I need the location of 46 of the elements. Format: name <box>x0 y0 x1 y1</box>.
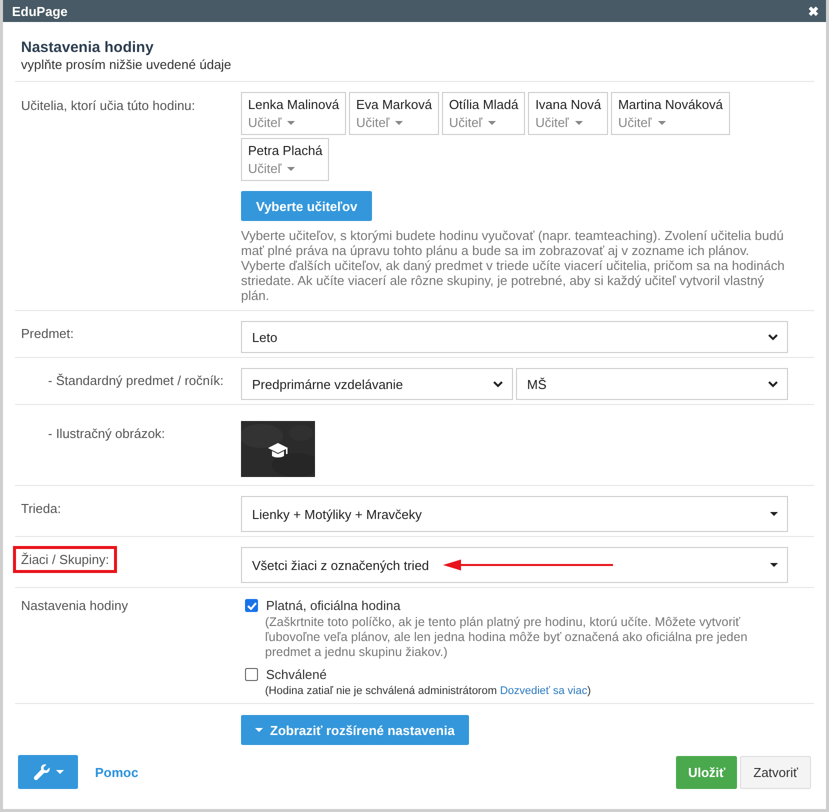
note-text: (Hodina zatiaľ nie je schválená administrátorom Dozvedieť sa viac) <box>265 684 592 699</box>
select-field[interactable]: Leto <box>241 321 788 353</box>
close-dialog-button[interactable]: Zatvoriť <box>740 756 811 788</box>
checkbox[interactable] <box>245 599 258 612</box>
checkbox-label: Platná, oficiálna hodina <box>266 598 400 613</box>
checkbox[interactable] <box>245 668 258 681</box>
note-text: (Zaškrtnite toto políčko, ak je tento plán platný pre hodinu, ktorú učíte. Môžete vytvoriť ľubovoľne veľa plánov, ale len jedna hodina môže byť označená ako oficiálna pre jeden predmet a jednu skupinu žiakov.) <box>265 615 748 660</box>
highlighted-label: Žiaci / Skupiny: <box>13 546 118 573</box>
chevron-icon <box>768 380 778 388</box>
caret-icon <box>56 770 64 774</box>
learn-more-link[interactable]: Dozvedieť sa viac <box>500 685 588 697</box>
help-text: Vyberte učiteľov, s ktorými budete hodinu vyučovať (napr. teamteaching). Zvolení učitelia budú mať plné práva na úpravu tohto plánu a bude sa im zobrazovať aj v zozname ich plánov. Vyberte ďalších učiteľov, ak daný predmet v triede učíte viacerí učitelia, pričom sa na hodinách striedate. Ak učíte viacerí ale rôzne skupiny, je potrebné, aby si každý učiteľ vytvoril vlastný plán. <box>241 228 786 303</box>
caret-icon <box>255 728 263 732</box>
teacher-chip[interactable]: Martina Nováková Učiteľ <box>611 92 730 135</box>
field-label: Nastavenia hodiny <box>21 598 128 613</box>
dropdown-field[interactable]: Všetci žiaci z označených tried <box>241 547 788 583</box>
caret-icon <box>658 120 666 124</box>
checkbox-label: Schválené <box>266 667 327 682</box>
caret-icon <box>574 120 583 124</box>
tools-button[interactable] <box>18 755 78 789</box>
dropdown-field[interactable]: Lienky + Motýliky + Mravčeky <box>241 496 788 532</box>
close-button[interactable]: ✖ <box>804 4 823 18</box>
field-label: Predmet: <box>21 326 74 341</box>
caret-icon <box>287 120 296 124</box>
select-field[interactable]: MŠ <box>516 368 788 400</box>
field-label: Učitelia, ktorí učia túto hodinu: <box>21 98 196 113</box>
teacher-chip[interactable]: Eva Marková Učiteľ <box>349 92 439 135</box>
wrench-icon <box>32 763 50 781</box>
caret-icon <box>488 120 496 124</box>
teacher-chip[interactable]: Otília Mladá Učiteľ <box>442 92 526 135</box>
window-title: EduPage <box>12 4 68 18</box>
caret-icon <box>770 512 778 516</box>
caret-icon <box>287 166 296 170</box>
teacher-chip[interactable]: Lenka Malinová Učiteľ <box>241 92 346 135</box>
select-field[interactable]: Predprimárne vzdelávanie <box>241 368 513 400</box>
field-label: - Štandardný predmet / ročník: <box>48 373 224 388</box>
teacher-chip[interactable]: Ivana Nová Učiteľ <box>528 92 608 135</box>
caret-icon <box>770 563 778 567</box>
caret-icon <box>395 120 404 124</box>
dialog-title: Nastavenia hodiny <box>21 39 155 56</box>
teacher-chip[interactable]: Petra Plachá Učiteľ <box>241 138 330 181</box>
chevron-icon <box>493 380 503 388</box>
dialog-subtitle: vyplňte prosím nižšie uvedené údaje <box>21 57 232 72</box>
field-label: - Ilustračný obrázok: <box>48 426 166 441</box>
field-label: Trieda: <box>21 501 61 516</box>
chevron-icon <box>768 334 778 340</box>
